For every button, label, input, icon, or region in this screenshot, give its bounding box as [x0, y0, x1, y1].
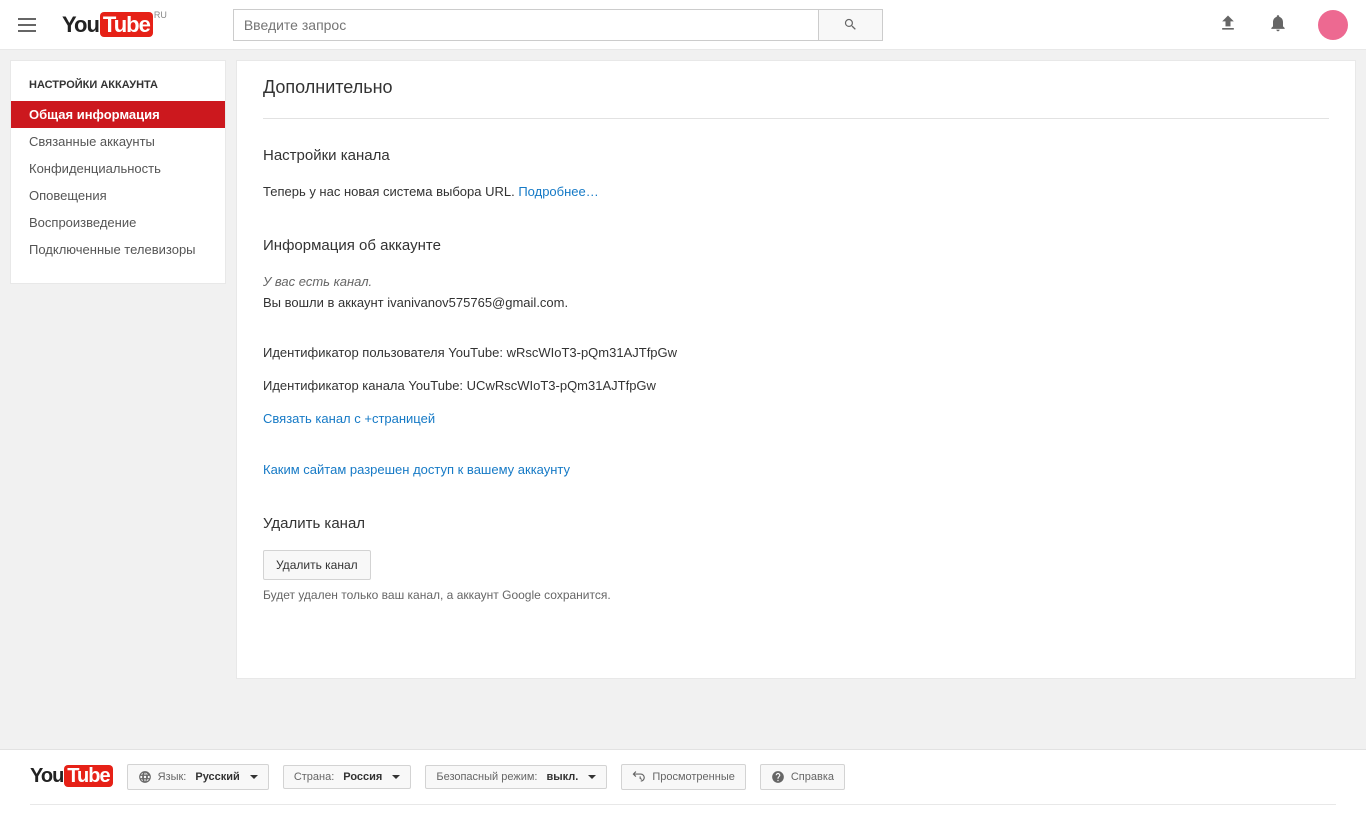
allowed-sites-link[interactable]: Каким сайтам разрешен доступ к вашему ак… — [263, 462, 570, 477]
footer-youtube-logo[interactable]: YouTube — [30, 765, 113, 788]
content-panel: Дополнительно Настройки канала Теперь у … — [236, 60, 1356, 679]
delete-channel-button[interactable]: Удалить канал — [263, 550, 371, 580]
settings-sidebar: НАСТРОЙКИ АККАУНТА Общая информация Связ… — [10, 60, 226, 284]
link-plus-page-link[interactable]: Связать канал с +страницей — [263, 411, 435, 426]
logged-in-text: Вы вошли в аккаунт ivanivanov575765@gmai… — [263, 293, 1329, 314]
account-email: ivanivanov575765@gmail.com — [387, 295, 564, 310]
region-code: RU — [154, 10, 167, 20]
help-button[interactable]: Справка — [760, 764, 845, 790]
youtube-logo[interactable]: YouTube RU — [62, 12, 153, 38]
header-actions — [1218, 10, 1348, 40]
user-id-row: Идентификатор пользователя YouTube: wRsc… — [263, 343, 1329, 364]
account-info-section: Информация об аккаунте У вас есть канал.… — [263, 229, 1329, 481]
masthead: YouTube RU — [0, 0, 1366, 50]
search-input[interactable] — [233, 9, 819, 41]
have-channel-text: У вас есть канал. — [263, 272, 1329, 293]
footer-controls-row: YouTube Язык:Русский Страна:Россия Безоп… — [30, 764, 1336, 805]
sidebar-item-notifications[interactable]: Оповещения — [11, 182, 225, 209]
account-info-heading: Информация об аккаунте — [263, 237, 1329, 254]
channel-settings-section: Настройки канала Теперь у нас новая сист… — [263, 139, 1329, 203]
history-icon — [632, 770, 646, 784]
channel-id-row: Идентификатор канала YouTube: UCwRscWIoT… — [263, 376, 1329, 397]
language-selector[interactable]: Язык:Русский — [127, 764, 269, 790]
sidebar-item-connected-tvs[interactable]: Подключенные телевизоры — [11, 236, 225, 263]
channel-settings-heading: Настройки канала — [263, 147, 1329, 164]
user-id-value: wRscWIoT3-pQm31AJTfpGw — [507, 345, 677, 360]
delete-channel-heading: Удалить канал — [263, 515, 1329, 532]
history-button[interactable]: Просмотренные — [621, 764, 746, 790]
sidebar-item-overview[interactable]: Общая информация — [11, 101, 225, 128]
main-layout: НАСТРОЙКИ АККАУНТА Общая информация Связ… — [0, 50, 1366, 689]
url-info-text: Теперь у нас новая система выбора URL. П… — [263, 182, 1329, 203]
delete-channel-section: Удалить канал Удалить канал Будет удален… — [263, 507, 1329, 602]
search-form — [233, 9, 883, 41]
notifications-button[interactable] — [1268, 13, 1288, 36]
safe-mode-selector[interactable]: Безопасный режим:выкл. — [425, 765, 607, 789]
page-title: Дополнительно — [263, 77, 1329, 119]
language-icon — [138, 770, 152, 784]
sidebar-item-playback[interactable]: Воспроизведение — [11, 209, 225, 236]
account-avatar[interactable] — [1318, 10, 1348, 40]
sidebar-title: НАСТРОЙКИ АККАУНТА — [11, 61, 225, 101]
sidebar-item-privacy[interactable]: Конфиденциальность — [11, 155, 225, 182]
page-footer: YouTube Язык:Русский Страна:Россия Безоп… — [0, 749, 1366, 819]
delete-channel-note: Будет удален только ваш канал, а аккаунт… — [263, 588, 1329, 602]
channel-id-value: UCwRscWIoT3-pQm31AJTfpGw — [467, 378, 656, 393]
upload-button[interactable] — [1218, 13, 1238, 36]
chevron-down-icon — [250, 775, 258, 779]
chevron-down-icon — [392, 775, 400, 779]
sidebar-item-connected-accounts[interactable]: Связанные аккаунты — [11, 128, 225, 155]
search-button[interactable] — [819, 9, 883, 41]
search-icon — [843, 17, 858, 32]
country-selector[interactable]: Страна:Россия — [283, 765, 412, 789]
url-learn-more-link[interactable]: Подробнее… — [518, 184, 598, 199]
chevron-down-icon — [588, 775, 596, 779]
help-icon — [771, 770, 785, 784]
guide-menu-button[interactable] — [18, 13, 42, 37]
bell-icon — [1268, 13, 1288, 33]
upload-icon — [1218, 13, 1238, 33]
